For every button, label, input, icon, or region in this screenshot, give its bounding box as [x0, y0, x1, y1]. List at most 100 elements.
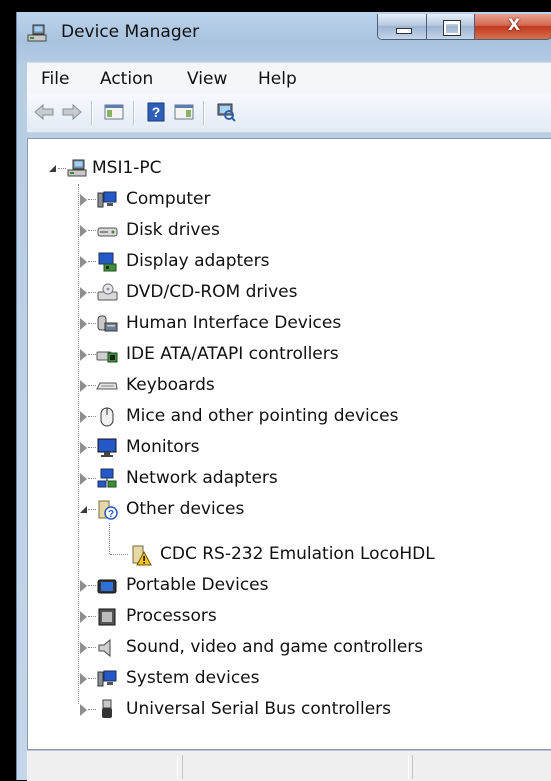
tree-line: [88, 323, 96, 325]
status-bar: [27, 750, 551, 781]
tree-line: [88, 585, 96, 587]
tree-line: [58, 168, 66, 170]
tree-line: [88, 678, 96, 680]
title-bar[interactable]: Device Manager X: [17, 12, 551, 60]
menu-action[interactable]: Action: [100, 69, 153, 89]
mouse-icon: [100, 407, 114, 427]
tree-item-mice[interactable]: Mice and other pointing devices: [28, 402, 548, 432]
scan-hardware-icon[interactable]: [215, 102, 237, 122]
tree-line: [88, 354, 96, 356]
maximize-button[interactable]: [426, 14, 475, 40]
tree-item-system-devices[interactable]: System devices: [28, 664, 548, 694]
toolbar-separator: [203, 101, 205, 125]
status-cell: [412, 755, 551, 779]
tree-item-label: IDE ATA/ATAPI controllers: [126, 344, 339, 364]
close-button[interactable]: X: [474, 14, 551, 40]
tree-item-label: Monitors: [126, 437, 200, 457]
svg-text:?: ?: [108, 509, 114, 520]
expand-arrow-icon[interactable]: [80, 704, 87, 716]
usb-icon: [102, 699, 112, 718]
minimize-button[interactable]: [377, 14, 427, 40]
toolbar-separator: [133, 101, 135, 125]
tree-line: [88, 230, 96, 232]
tree-item-network-adapters[interactable]: Network adapters: [28, 464, 548, 494]
tree-item-sound-video-game[interactable]: Sound, video and game controllers: [28, 633, 548, 663]
expand-arrow-icon[interactable]: [80, 349, 87, 361]
tree-item-computer[interactable]: Computer: [28, 185, 548, 215]
show-hide-console-tree-icon[interactable]: [103, 102, 125, 122]
collapse-arrow-icon[interactable]: [80, 506, 87, 513]
tree-item-label: Mice and other pointing devices: [126, 406, 399, 426]
tree-line: [88, 292, 96, 294]
tree-root-label: MSI1-PC: [92, 158, 162, 178]
tree-root-node[interactable]: MSI1-PC: [28, 154, 548, 184]
system-device-icon: [97, 670, 117, 687]
tree-item-keyboards[interactable]: Keyboards: [28, 371, 548, 401]
expand-arrow-icon[interactable]: [80, 411, 87, 423]
tree-item-human-interface-devices[interactable]: Human Interface Devices: [28, 309, 548, 339]
tree-item-label: Computer: [126, 189, 211, 209]
maximize-icon: [443, 20, 461, 36]
window-title: Device Manager: [61, 22, 200, 42]
hid-icon: [97, 315, 118, 332]
tree-item-label: Disk drives: [126, 220, 220, 240]
tree-line: [88, 509, 96, 511]
tree-line: [88, 385, 96, 387]
back-arrow-icon[interactable]: [33, 102, 55, 122]
tree-item-label: Human Interface Devices: [126, 313, 342, 333]
menu-bar: File Action View Help: [27, 62, 551, 95]
tree-line: [88, 447, 96, 449]
tree-line: [88, 478, 96, 480]
expand-arrow-icon[interactable]: [80, 287, 87, 299]
menu-view[interactable]: View: [187, 69, 227, 89]
tree-item-ide-controllers[interactable]: IDE ATA/ATAPI controllers: [28, 340, 548, 370]
device-manager-window: Device Manager X File Action View Help ?…: [0, 0, 551, 781]
expand-arrow-icon[interactable]: [80, 318, 87, 330]
tree-item-cdc-rs232-device[interactable]: CDC RS-232 Emulation LocoHDL: [28, 540, 548, 570]
menu-help[interactable]: Help: [258, 69, 297, 89]
tree-item-processors[interactable]: Processors: [28, 602, 548, 632]
device-tree[interactable]: MSI1-PC Computer Disk drives Display ada…: [27, 138, 551, 750]
status-cell: [182, 755, 409, 779]
caption-buttons: X: [377, 14, 551, 44]
tree-item-dvd-drives[interactable]: DVD/CD-ROM drives: [28, 278, 548, 308]
expand-arrow-icon[interactable]: [80, 642, 87, 654]
tree-item-label: Network adapters: [126, 468, 278, 488]
forward-arrow-icon[interactable]: [61, 102, 83, 122]
status-cell: [27, 755, 178, 779]
speaker-icon: [98, 638, 111, 658]
expand-arrow-icon[interactable]: [80, 673, 87, 685]
help-icon[interactable]: ?: [145, 102, 167, 122]
collapse-arrow-icon[interactable]: [49, 165, 56, 172]
tree-item-other-devices[interactable]: ? Other devices: [28, 495, 548, 525]
expand-arrow-icon[interactable]: [80, 473, 87, 485]
expand-arrow-icon[interactable]: [80, 225, 87, 237]
expand-arrow-icon[interactable]: [80, 380, 87, 392]
expand-arrow-icon[interactable]: [80, 442, 87, 454]
tree-item-display-adapters[interactable]: Display adapters: [28, 247, 548, 277]
toolbar: ?: [27, 94, 551, 133]
tree-item-usb-controllers[interactable]: Universal Serial Bus controllers: [28, 695, 548, 725]
expand-arrow-icon[interactable]: [80, 580, 87, 592]
tree-item-label: CDC RS-232 Emulation LocoHDL: [160, 544, 435, 564]
expand-arrow-icon[interactable]: [80, 194, 87, 206]
tree-item-portable-devices[interactable]: Portable Devices: [28, 571, 548, 601]
expand-arrow-icon[interactable]: [80, 256, 87, 268]
tree-item-label: Display adapters: [126, 251, 270, 271]
menu-file[interactable]: File: [41, 69, 69, 89]
tree-item-label: Keyboards: [126, 375, 215, 395]
tree-line: [88, 616, 96, 618]
portable-device-icon: [97, 579, 117, 594]
tree-line: [88, 199, 96, 201]
tree-item-monitors[interactable]: Monitors: [28, 433, 548, 463]
disk-drive-icon: [97, 227, 118, 237]
expand-arrow-icon[interactable]: [80, 611, 87, 623]
tree-item-label: DVD/CD-ROM drives: [126, 282, 298, 302]
window-frame: Device Manager X File Action View Help ?…: [16, 12, 551, 781]
dvd-drive-icon: [97, 283, 118, 301]
tree-item-label: Universal Serial Bus controllers: [126, 699, 392, 719]
tree-item-disk-drives[interactable]: Disk drives: [28, 216, 548, 246]
processor-icon: [98, 608, 116, 626]
properties-icon[interactable]: [173, 102, 195, 122]
tree-item-label: Portable Devices: [126, 575, 269, 595]
